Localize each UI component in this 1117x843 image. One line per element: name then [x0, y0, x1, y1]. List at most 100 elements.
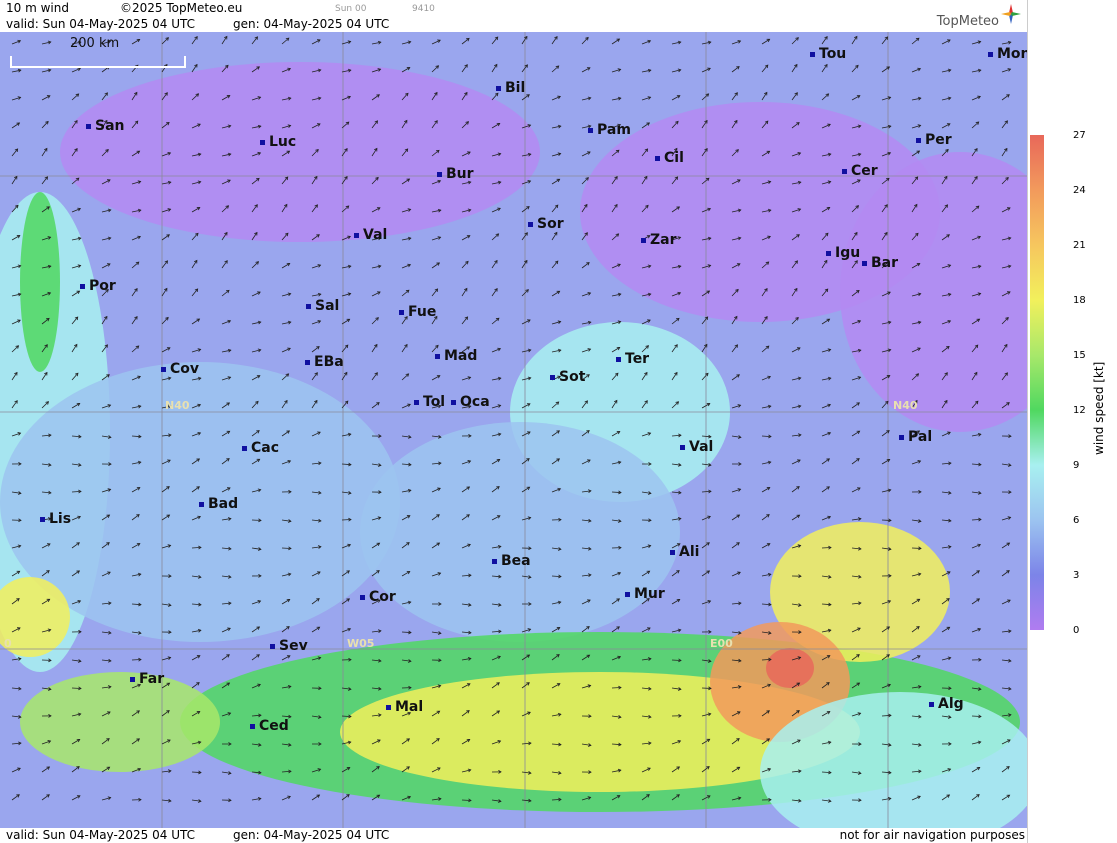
scale-bar-label: 200 km: [70, 36, 120, 51]
city-dot: [655, 155, 660, 161]
footer-disclaimer: not for air navigation purposes: [839, 828, 1025, 842]
city-label: Por: [89, 278, 116, 294]
city-label: Pal: [908, 429, 933, 445]
city-dot: [386, 704, 391, 710]
city-dot: [199, 501, 204, 507]
city-label: Cac: [251, 440, 280, 456]
city-marker-sor: Sor: [528, 216, 564, 232]
city-dot: [625, 591, 630, 597]
city-marker-val: Val: [680, 439, 713, 455]
city-label: Val: [363, 227, 388, 243]
legend-tick: 18: [1073, 295, 1086, 306]
city-label: Mad: [444, 348, 478, 364]
copyright: ©2025 TopMeteo.eu: [120, 1, 243, 15]
compass-icon: [1001, 4, 1021, 24]
city-marker-cov: Cov: [161, 361, 199, 377]
city-marker-zar: Zar: [641, 232, 677, 248]
city-marker-cer: Cer: [842, 163, 878, 179]
city-label: Tol: [423, 394, 446, 410]
city-label: Sal: [315, 298, 340, 314]
legend-tick: 9: [1073, 460, 1080, 471]
city-dot: [641, 237, 646, 243]
city-dot: [437, 171, 442, 177]
city-label: Oca: [460, 394, 490, 410]
footer-gen: gen: 04-May-2025 04 UTC: [233, 828, 390, 842]
city-label: Fue: [408, 304, 437, 320]
city-dot: [270, 643, 275, 649]
city-dot: [588, 127, 593, 133]
city-dot: [826, 250, 831, 256]
city-label: Mon: [997, 46, 1027, 62]
city-label: Cer: [851, 163, 878, 179]
city-dot: [842, 168, 847, 174]
city-label: Far: [139, 671, 165, 687]
city-marker-ter: Ter: [616, 351, 649, 367]
city-marker-sal: Sal: [306, 298, 339, 314]
city-marker-por: Por: [80, 278, 116, 294]
legend-tick: 12: [1073, 405, 1086, 416]
city-label: Pam: [597, 122, 631, 138]
valid-time: valid: Sun 04-May-2025 04 UTC: [6, 17, 195, 31]
city-marker-bea: Bea: [492, 553, 531, 569]
topmeteo-logo: TopMeteo: [923, 2, 1023, 30]
legend-tick: 21: [1073, 240, 1086, 251]
city-label: Cil: [664, 150, 684, 166]
city-marker-mon: Mon: [988, 46, 1027, 62]
city-label: Bur: [446, 166, 474, 182]
city-marker-oca: Oca: [451, 394, 490, 410]
city-marker-ali: Ali: [670, 544, 699, 560]
city-marker-pal: Pal: [899, 429, 932, 445]
city-dot: [242, 445, 247, 451]
city-label: Sor: [537, 216, 564, 232]
city-dot: [399, 309, 404, 315]
city-label: Cor: [369, 589, 396, 605]
city-label: Bil: [505, 80, 526, 96]
city-marker-mur: Mur: [625, 586, 665, 602]
grid-label-n40-right: N40: [893, 399, 918, 412]
city-dot: [680, 444, 685, 450]
city-label: Mur: [634, 586, 665, 602]
city-marker-eba: EBa: [305, 354, 344, 370]
city-label: Sev: [279, 638, 308, 654]
wind-map[interactable]: 200 km Bil Tou Mon San Luc Pam Cil Per Bur Cer Sor…: [0, 32, 1027, 828]
city-marker-bad: Bad: [199, 496, 238, 512]
city-label: Per: [925, 132, 952, 148]
city-dot: [916, 137, 921, 143]
brand-name: TopMeteo: [936, 14, 999, 29]
city-dot: [80, 283, 85, 289]
city-dot: [360, 594, 365, 600]
gen-time: gen: 04-May-2025 04 UTC: [233, 17, 390, 31]
legend-color-bar: [1030, 135, 1044, 630]
grid-label-e00: E00: [710, 637, 733, 650]
city-dot: [305, 359, 310, 365]
legend-tick: 24: [1073, 185, 1086, 196]
city-marker-tol: Tol: [414, 394, 445, 410]
city-label: Lis: [49, 511, 72, 527]
footer-valid: valid: Sun 04-May-2025 04 UTC: [6, 828, 195, 842]
city-label: Bea: [501, 553, 531, 569]
city-dot: [161, 366, 166, 372]
grid-label-zero: 0: [4, 637, 12, 650]
city-dot: [492, 558, 497, 564]
legend-title: wind speed [kt]: [1092, 361, 1106, 455]
city-dot: [86, 123, 91, 129]
city-label: Val: [689, 439, 714, 455]
city-label: Zar: [650, 232, 677, 248]
city-dot: [616, 356, 621, 362]
city-dot: [496, 85, 501, 91]
city-dot: [810, 51, 815, 57]
city-label: Mal: [395, 699, 424, 715]
city-label: Ali: [679, 544, 700, 560]
city-dot: [528, 221, 533, 227]
city-dot: [306, 303, 311, 309]
city-marker-mal: Mal: [386, 699, 423, 715]
city-marker-lis: Lis: [40, 511, 71, 527]
wind-field: [0, 32, 1027, 828]
city-label: Ced: [259, 718, 289, 734]
city-dot: [354, 232, 359, 238]
city-dot: [550, 374, 555, 380]
city-marker-fue: Fue: [399, 304, 436, 320]
city-marker-sot: Sot: [550, 369, 585, 385]
city-dot: [862, 260, 867, 266]
city-dot: [988, 51, 993, 57]
